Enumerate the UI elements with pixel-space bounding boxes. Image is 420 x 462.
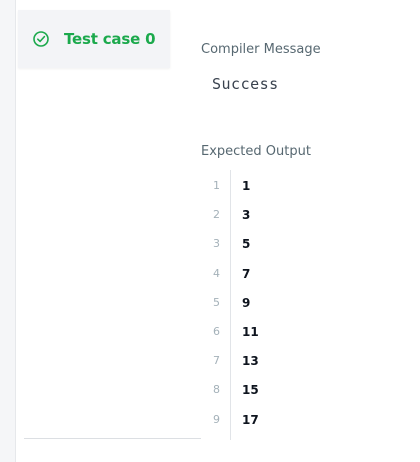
line-value: 9	[242, 295, 251, 310]
line-value: 7	[242, 266, 251, 281]
line-number: 4	[213, 266, 220, 280]
testcase-tab[interactable]: Test case 0	[18, 10, 170, 68]
line-value: 1	[242, 179, 251, 193]
line-number: 3	[213, 237, 220, 251]
line-value: 5	[242, 237, 251, 252]
output-line: 23	[201, 199, 401, 228]
line-value: 3	[242, 208, 251, 223]
line-value: 13	[242, 354, 259, 369]
left-rail	[0, 0, 16, 462]
testcase-label: Test case 0	[64, 30, 156, 48]
output-line: 8 15	[201, 374, 401, 403]
line-number: 7	[213, 354, 220, 368]
expected-output-title: Expected Output	[201, 144, 311, 159]
line-value: 15	[242, 383, 259, 398]
line-number: 6	[213, 325, 220, 338]
output-line: 6 11	[201, 316, 401, 345]
line-number: 8	[213, 383, 220, 397]
line-value: 11	[242, 325, 259, 339]
line-number: 5	[213, 295, 220, 309]
output-line: 7 13	[201, 345, 401, 374]
line-number: 1	[213, 179, 220, 192]
compiler-message-title: Compiler Message	[201, 42, 321, 57]
output-line: 9 17	[201, 404, 401, 433]
output-line: 11	[201, 170, 401, 199]
output-line: 59	[201, 287, 401, 316]
output-line: 47	[201, 258, 401, 287]
divider	[24, 438, 201, 439]
check-circle-icon	[33, 31, 49, 47]
line-number: 9	[213, 412, 220, 426]
output-line: 35	[201, 228, 401, 257]
line-value: 17	[242, 412, 259, 427]
expected-output-block: 1 1 2 3 3 5 4 7 5 9 6 11 7 13 8 15 9 17	[201, 170, 401, 440]
line-number: 2	[213, 208, 220, 222]
compiler-message-text: Success	[212, 75, 279, 93]
